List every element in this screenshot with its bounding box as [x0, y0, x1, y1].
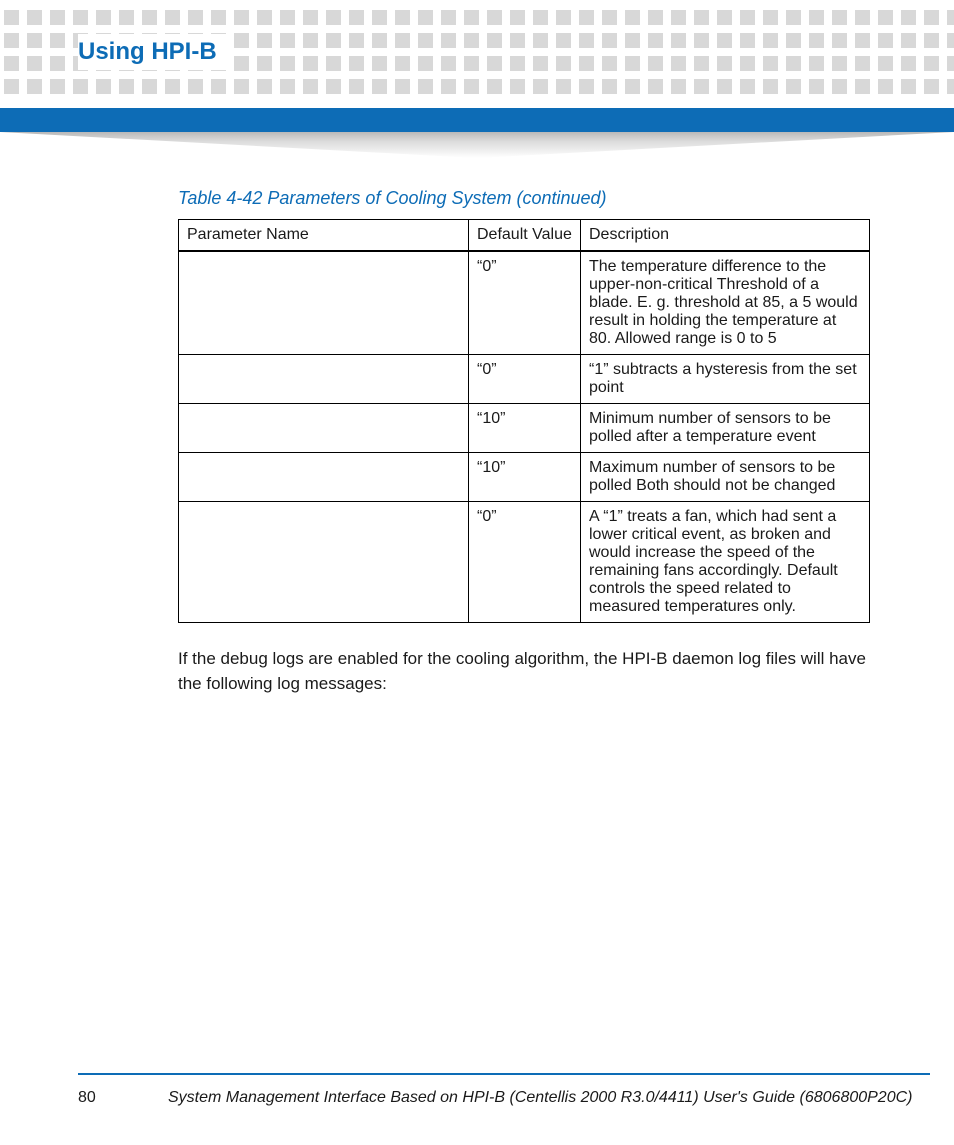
- footer: 80 System Management Interface Based on …: [78, 1089, 930, 1107]
- table-row: “10” Maximum number of sensors to be pol…: [179, 453, 870, 502]
- cell-default: “10”: [469, 453, 581, 502]
- table-row: “0” The temperature difference to the up…: [179, 251, 870, 355]
- col-description: Description: [581, 220, 870, 252]
- table-row: “10” Minimum number of sensors to be pol…: [179, 404, 870, 453]
- cell-name: [179, 502, 469, 623]
- cell-desc: The temperature difference to the upper-…: [581, 251, 870, 355]
- cell-desc: Maximum number of sensors to be polled B…: [581, 453, 870, 502]
- cell-default: “0”: [469, 502, 581, 623]
- parameters-table: Parameter Name Default Value Description…: [178, 219, 870, 623]
- table-caption: Table 4-42 Parameters of Cooling System …: [178, 188, 870, 209]
- cell-name: [179, 251, 469, 355]
- table-header-row: Parameter Name Default Value Description: [179, 220, 870, 252]
- col-parameter-name: Parameter Name: [179, 220, 469, 252]
- footer-doc-title: System Management Interface Based on HPI…: [168, 1089, 930, 1107]
- cell-desc: “1” subtracts a hysteresis from the set …: [581, 355, 870, 404]
- cell-name: [179, 355, 469, 404]
- footer-rule: [78, 1073, 930, 1075]
- cell-name: [179, 404, 469, 453]
- header-shadow: [0, 132, 954, 158]
- body-paragraph: If the debug logs are enabled for the co…: [178, 647, 870, 696]
- chapter-title: Using HPI-B: [78, 34, 227, 70]
- cell-default: “0”: [469, 251, 581, 355]
- table-row: “0” “1” subtracts a hysteresis from the …: [179, 355, 870, 404]
- page-number: 80: [78, 1089, 168, 1107]
- col-default-value: Default Value: [469, 220, 581, 252]
- cell-name: [179, 453, 469, 502]
- cell-desc: Minimum number of sensors to be polled a…: [581, 404, 870, 453]
- cell-default: “0”: [469, 355, 581, 404]
- header-blue-bar: [0, 108, 954, 132]
- cell-desc: A “1” treats a fan, which had sent a low…: [581, 502, 870, 623]
- cell-default: “10”: [469, 404, 581, 453]
- table-row: “0” A “1” treats a fan, which had sent a…: [179, 502, 870, 623]
